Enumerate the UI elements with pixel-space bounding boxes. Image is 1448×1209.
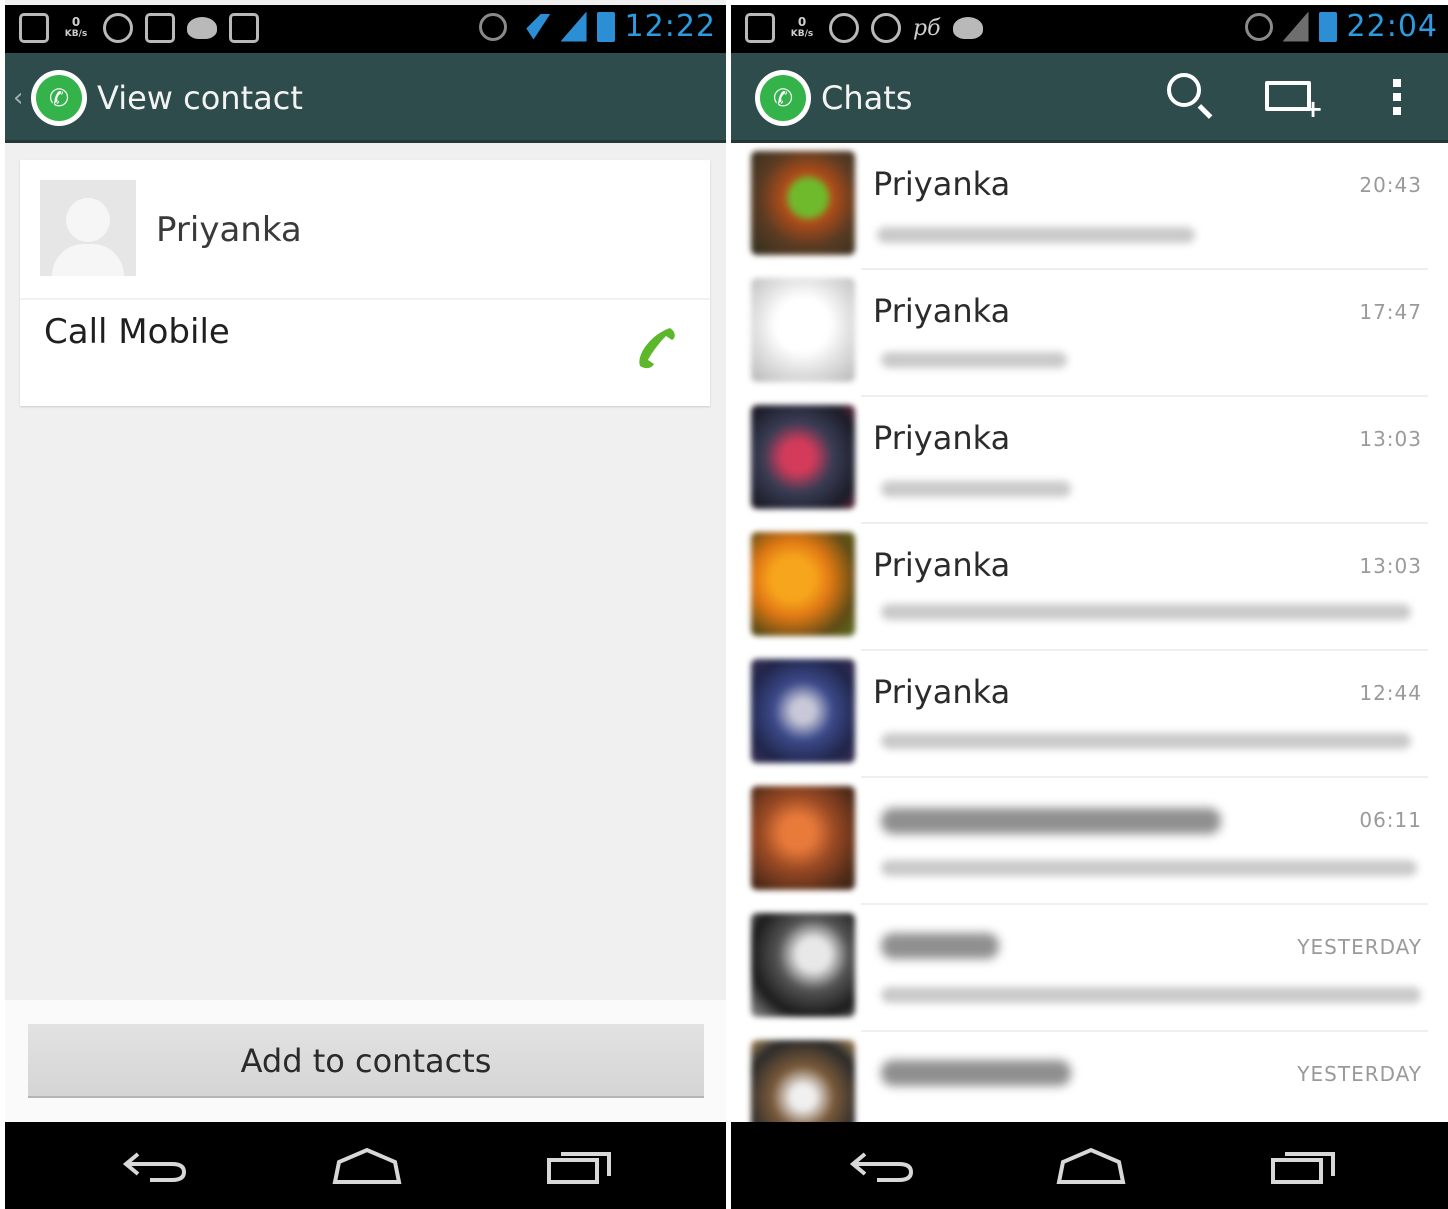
chat-time: 06:11 bbox=[1359, 808, 1422, 832]
settings-icon bbox=[829, 13, 859, 43]
alarm-clock-icon bbox=[871, 13, 901, 43]
new-chat-icon[interactable] bbox=[1265, 81, 1323, 123]
chat-list-item[interactable]: Priyanka 13:03 bbox=[731, 397, 1448, 524]
status-bar: 0 KB/s pб 22:04 bbox=[731, 5, 1448, 53]
avatar[interactable] bbox=[40, 180, 136, 276]
app-notification-glyph: pб bbox=[913, 15, 941, 41]
redacted-message bbox=[881, 481, 1071, 497]
contact-name: Priyanka bbox=[156, 210, 302, 250]
back-icon[interactable] bbox=[847, 1146, 917, 1186]
navigation-bar bbox=[5, 1122, 726, 1209]
chat-name: Priyanka bbox=[873, 546, 1011, 584]
battery-icon bbox=[596, 11, 615, 42]
redacted-contact-name bbox=[881, 808, 1221, 834]
avatar bbox=[751, 786, 855, 890]
redacted-message bbox=[881, 733, 1411, 749]
chat-time: 17:47 bbox=[1359, 300, 1422, 324]
chat-list-item[interactable]: Priyanka 12:44 bbox=[731, 651, 1448, 778]
action-bar: ‹ ✆ View contact bbox=[5, 53, 726, 143]
alarm-icon bbox=[1244, 12, 1273, 41]
recent-apps-icon[interactable] bbox=[545, 1146, 615, 1186]
store-icon bbox=[229, 13, 259, 43]
screenshot: 0 KB/s 12:22 ‹ ✆ View contact Priyanka C… bbox=[0, 0, 1448, 1209]
alarm-icon bbox=[478, 12, 507, 41]
avatar bbox=[751, 659, 855, 763]
home-icon[interactable] bbox=[331, 1146, 403, 1186]
status-time: 12:22 bbox=[624, 9, 716, 44]
image-icon bbox=[145, 13, 175, 43]
home-icon[interactable] bbox=[1055, 1146, 1127, 1186]
calendar-icon bbox=[19, 13, 49, 43]
chat-list-item[interactable]: Priyanka 20:43 bbox=[731, 143, 1448, 270]
avatar bbox=[751, 913, 855, 1017]
avatar bbox=[751, 151, 855, 255]
recent-apps-icon[interactable] bbox=[1269, 1146, 1339, 1186]
whatsapp-logo-icon[interactable]: ✆ bbox=[31, 70, 87, 126]
battery-icon bbox=[1318, 11, 1337, 42]
view-contact-screen: 0 KB/s 12:22 ‹ ✆ View contact Priyanka C… bbox=[5, 0, 726, 1209]
network-speed: 0 KB/s bbox=[64, 15, 88, 39]
page-title: View contact bbox=[97, 79, 303, 117]
signal-icon bbox=[560, 11, 587, 42]
status-bar: 0 KB/s 12:22 bbox=[5, 5, 726, 53]
chat-time: YESTERDAY bbox=[1297, 1062, 1422, 1086]
redacted-message bbox=[881, 860, 1417, 876]
signal-icon bbox=[1282, 11, 1309, 42]
wifi-icon bbox=[516, 13, 551, 40]
chat-name: Priyanka bbox=[873, 165, 1011, 203]
back-chevron-icon[interactable]: ‹ bbox=[13, 83, 23, 113]
chat-name: Priyanka bbox=[873, 673, 1011, 711]
calendar-icon bbox=[745, 13, 775, 43]
page-title: Chats bbox=[821, 79, 913, 117]
redacted-contact-name bbox=[881, 933, 999, 959]
navigation-bar bbox=[731, 1122, 1448, 1209]
add-to-contacts-button[interactable]: Add to contacts bbox=[28, 1024, 704, 1098]
alarm-clock-icon bbox=[103, 13, 133, 43]
contact-card: Priyanka Call Mobile bbox=[20, 160, 710, 406]
redacted-message bbox=[881, 352, 1067, 368]
android-icon bbox=[952, 17, 983, 39]
redacted-message bbox=[881, 604, 1411, 620]
chat-time: 13:03 bbox=[1359, 427, 1422, 451]
avatar bbox=[751, 405, 855, 509]
redacted-contact-name bbox=[881, 1060, 1071, 1086]
redacted-message bbox=[881, 987, 1421, 1003]
overflow-menu-icon[interactable] bbox=[1393, 79, 1401, 115]
chat-list-item[interactable]: YESTERDAY bbox=[731, 905, 1448, 1032]
chat-list-item[interactable]: Priyanka 13:03 bbox=[731, 524, 1448, 651]
chats-screen: 0 KB/s pб 22:04 ✆ Chats + Priyanka 20:43… bbox=[731, 0, 1448, 1209]
chat-name: Priyanka bbox=[873, 419, 1011, 457]
phone-call-icon[interactable] bbox=[630, 324, 678, 372]
call-mobile-label[interactable]: Call Mobile bbox=[44, 312, 230, 352]
action-bar: ✆ Chats bbox=[731, 53, 1448, 143]
chat-time: YESTERDAY bbox=[1297, 935, 1422, 959]
chat-list-item[interactable]: Priyanka 17:47 bbox=[731, 270, 1448, 397]
chat-name: Priyanka bbox=[873, 292, 1011, 330]
avatar bbox=[751, 532, 855, 636]
android-icon bbox=[187, 17, 217, 39]
chat-time: 20:43 bbox=[1359, 173, 1422, 197]
chat-list-item[interactable]: 06:11 bbox=[731, 778, 1448, 905]
chat-time: 12:44 bbox=[1359, 681, 1422, 705]
whatsapp-logo-icon[interactable]: ✆ bbox=[755, 70, 811, 126]
status-time: 22:04 bbox=[1346, 9, 1438, 44]
chat-time: 13:03 bbox=[1359, 554, 1422, 578]
avatar bbox=[751, 278, 855, 382]
network-speed: 0 KB/s bbox=[790, 15, 814, 39]
back-icon[interactable] bbox=[120, 1146, 190, 1186]
search-icon[interactable] bbox=[1167, 73, 1201, 107]
divider bbox=[20, 298, 710, 300]
redacted-message bbox=[877, 227, 1195, 243]
